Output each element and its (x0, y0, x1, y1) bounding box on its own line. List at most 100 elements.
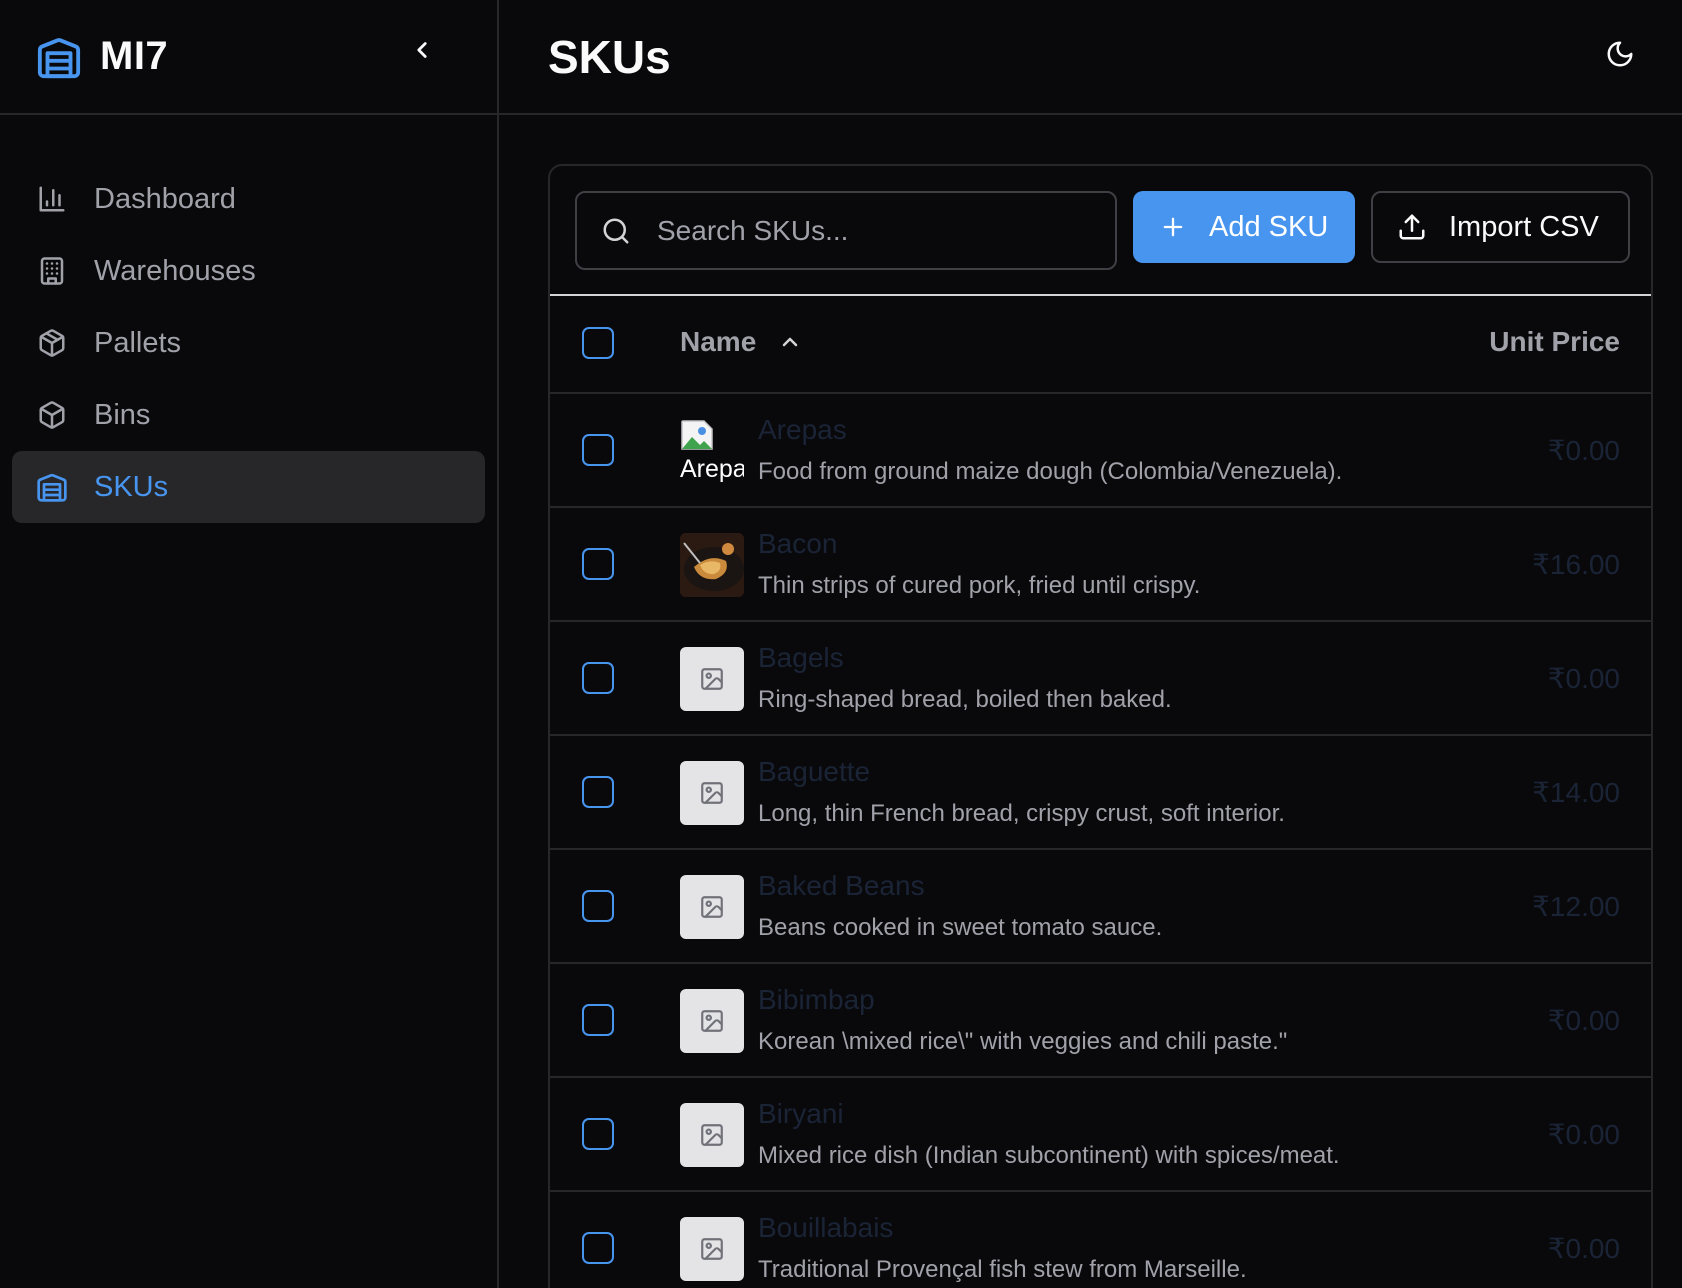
sidebar-nav: Dashboard Warehouses Pallets Bins SKUs (0, 115, 497, 523)
sku-image (680, 875, 744, 939)
warehouse-icon (36, 471, 68, 503)
chevron-up-icon (776, 328, 804, 356)
sidebar-item-skus[interactable]: SKUs (12, 451, 485, 523)
select-all-checkbox[interactable] (582, 327, 614, 359)
table-row[interactable]: Baguette Long, thin French bread, crispy… (550, 736, 1651, 850)
import-csv-label: Import CSV (1449, 210, 1599, 243)
sku-description: Mixed rice dish (Indian subcontinent) wi… (758, 1142, 1340, 1169)
collapse-sidebar-button[interactable] (400, 28, 444, 72)
add-sku-label: Add SKU (1209, 210, 1329, 243)
row-checkbox[interactable] (582, 890, 614, 922)
sku-description: Food from ground maize dough (Colombia/V… (758, 458, 1343, 485)
sku-name: Biryani (758, 1098, 844, 1129)
row-checkbox[interactable] (582, 662, 614, 694)
package-icon (36, 327, 68, 359)
theme-toggle-button[interactable] (1596, 30, 1644, 78)
sku-price: ₹14.00 (1532, 777, 1620, 808)
image-placeholder-icon (701, 668, 723, 690)
sku-price: ₹0.00 (1547, 1005, 1620, 1036)
table-row[interactable]: Bouillabais Traditional Provençal fish s… (550, 1192, 1651, 1288)
sidebar-item-label: Warehouses (94, 254, 256, 287)
add-sku-button[interactable]: Add SKU (1133, 191, 1355, 263)
table-header: Name Unit Price (550, 296, 1651, 394)
sidebar-item-pallets[interactable]: Pallets (12, 307, 485, 379)
search-input[interactable] (657, 214, 1077, 247)
skus-table-card: Add SKU Import CSV Name Unit Price (548, 164, 1653, 1288)
sku-description: Traditional Provençal fish stew from Mar… (758, 1256, 1247, 1283)
sku-description: Ring-shaped bread, boiled then baked. (758, 686, 1172, 713)
row-checkbox[interactable] (582, 434, 614, 466)
image-placeholder-icon (701, 1124, 723, 1146)
sku-image (680, 1217, 744, 1281)
sku-price: ₹0.00 (1547, 1119, 1620, 1150)
sidebar-item-label: Pallets (94, 326, 182, 359)
table-row[interactable]: Biryani Mixed rice dish (Indian subconti… (550, 1078, 1651, 1192)
table-row[interactable]: Arepas Arepas Food from ground maize dou… (550, 394, 1651, 508)
sku-description: Thin strips of cured pork, fried until c… (758, 572, 1201, 599)
sidebar-header: MI7 (0, 0, 497, 115)
image-alt-text: Arepas (680, 455, 744, 483)
page-title: SKUs (548, 30, 671, 83)
sku-image (680, 647, 744, 711)
main-content: SKUs Add SKU Import CSV Name (499, 0, 1682, 1288)
sku-price: ₹0.00 (1547, 435, 1620, 466)
image-placeholder-icon (701, 782, 723, 804)
chevron-left-icon (417, 42, 427, 58)
table-row[interactable]: Baked Beans Beans cooked in sweet tomato… (550, 850, 1651, 964)
sku-image (680, 1103, 744, 1167)
sku-price: ₹12.00 (1532, 891, 1620, 922)
search-icon (603, 218, 629, 243)
bar-chart-icon (36, 183, 68, 215)
sku-image (680, 989, 744, 1053)
sku-name: Baked Beans (758, 870, 925, 901)
search-box (575, 191, 1117, 270)
sku-image (680, 533, 744, 597)
sidebar-item-label: Bins (94, 398, 151, 431)
food-photo-icon (680, 533, 744, 597)
table-toolbar: Add SKU Import CSV (550, 166, 1651, 296)
table-row[interactable]: Bacon Thin strips of cured pork, fried u… (550, 508, 1651, 622)
row-checkbox[interactable] (582, 548, 614, 580)
table-row[interactable]: Bibimbap Korean \mixed rice\" with veggi… (550, 964, 1651, 1078)
sku-name: Baguette (758, 756, 871, 787)
moon-icon (1607, 41, 1633, 67)
image-placeholder-icon (701, 896, 723, 918)
row-checkbox[interactable] (582, 1004, 614, 1036)
image-placeholder-icon (701, 1010, 723, 1032)
sku-image: Arepas (680, 419, 744, 483)
sku-name: Bacon (758, 528, 838, 559)
sku-description: Korean \mixed rice\" with veggies and ch… (758, 1028, 1288, 1055)
sku-description: Beans cooked in sweet tomato sauce. (758, 914, 1163, 941)
sidebar-item-bins[interactable]: Bins (12, 379, 485, 451)
column-header-unit-price[interactable]: Unit Price (1489, 326, 1620, 358)
row-checkbox[interactable] (582, 1118, 614, 1150)
table-row[interactable]: Bagels Ring-shaped bread, boiled then ba… (550, 622, 1651, 736)
column-label-name: Name (680, 326, 757, 357)
sidebar-item-warehouses[interactable]: Warehouses (12, 235, 485, 307)
sku-price: ₹0.00 (1547, 1233, 1620, 1264)
import-csv-button[interactable]: Import CSV (1371, 191, 1630, 263)
top-bar: SKUs (499, 0, 1682, 115)
box-icon (36, 399, 68, 431)
upload-icon (1399, 214, 1425, 240)
sidebar-item-dashboard[interactable]: Dashboard (12, 163, 485, 235)
sku-name: Bouillabais (758, 1212, 894, 1243)
sku-name: Bibimbap (758, 984, 875, 1015)
sidebar-item-label: SKUs (94, 470, 169, 503)
sku-name: Arepas (758, 414, 847, 445)
building-icon (36, 255, 68, 287)
row-checkbox[interactable] (582, 1232, 614, 1264)
image-placeholder-icon (701, 1238, 723, 1260)
sidebar: MI7 Dashboard Warehouses Pallets Bins SK… (0, 0, 499, 1288)
sku-description: Long, thin French bread, crispy crust, s… (758, 800, 1285, 827)
sidebar-item-label: Dashboard (94, 182, 236, 215)
sku-name: Bagels (758, 642, 844, 673)
app-name: MI7 (100, 34, 169, 78)
warehouse-logo-icon (36, 34, 82, 80)
broken-image-icon (681, 420, 713, 450)
plus-icon (1163, 217, 1183, 237)
column-header-name[interactable]: Name (680, 326, 804, 358)
row-checkbox[interactable] (582, 776, 614, 808)
sku-price: ₹0.00 (1547, 663, 1620, 694)
sku-price: ₹16.00 (1532, 549, 1620, 580)
